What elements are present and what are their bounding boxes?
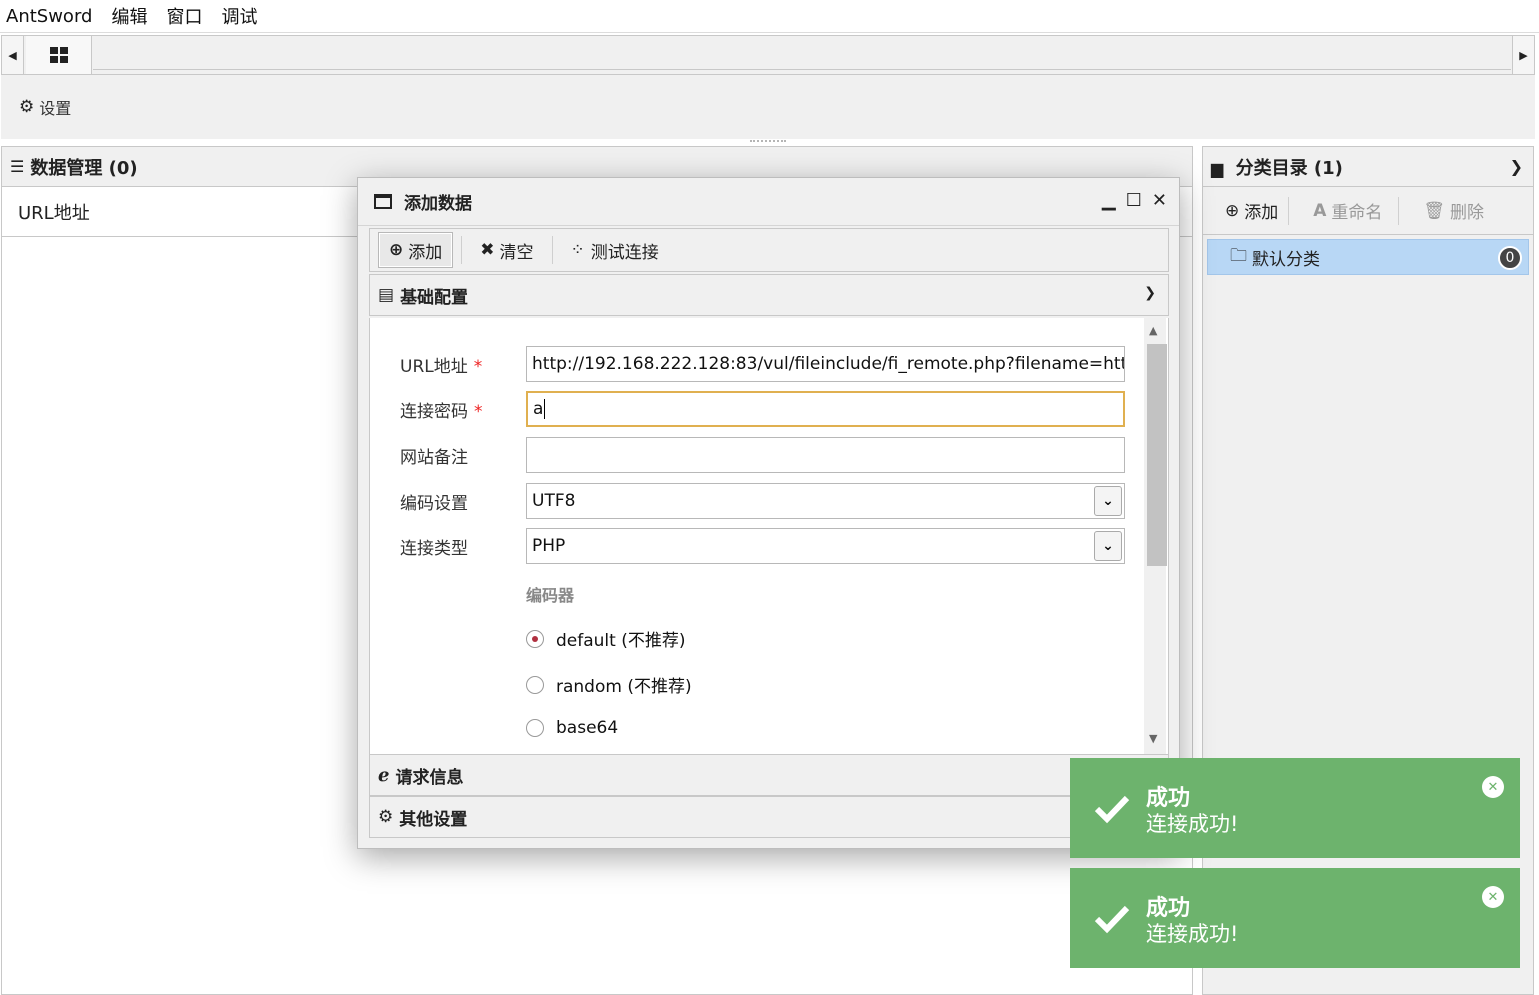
encoder-option-base64[interactable]: base64 [526,718,618,738]
file-icon: ▤ [378,285,395,305]
x-icon: ✖ [480,240,495,260]
add-data-dialog: 添加数据 ▁ ☐ ✕ ⊕ 添加 ✖ 清空 ⁘ 测试连接 ▤ 基础配置 ❯ URL… [357,177,1180,849]
menu-edit[interactable]: 编辑 [111,3,147,29]
plus-circle-icon: ⊕ [1225,200,1240,221]
encoding-row: 编码设置 UTF8 ⌄ [400,483,1125,519]
toolbar-separator [461,236,463,264]
category-panel-header: ▆ 分类目录 (1) ❯ [1203,147,1533,187]
close-icon[interactable]: ✕ [1482,776,1504,798]
category-toolbar: ⊕ 添加 A 重命名 🗑 删除 [1203,187,1533,235]
chevron-down-icon: ❯ [1144,285,1156,301]
dialog-titlebar[interactable]: 添加数据 ▁ ☐ ✕ [358,178,1179,226]
encoder-title: 编码器 [526,586,575,605]
category-rename-button[interactable]: A 重命名 [1303,196,1392,226]
category-delete-button[interactable]: 🗑 删除 [1413,196,1494,226]
check-icon [1094,795,1130,824]
success-toast: 成功 连接成功! ✕ [1070,758,1520,858]
gear-icon: ⚙ [19,97,35,117]
font-icon: A [1313,200,1327,221]
spinner-icon: ⁘ [570,240,585,260]
password-input[interactable]: a [526,391,1125,427]
note-row: 网站备注 [400,437,1125,473]
text-caret [544,399,546,419]
dialog-toolbar: ⊕ 添加 ✖ 清空 ⁘ 测试连接 [369,228,1169,272]
toast-message: 连接成功! [1146,812,1239,836]
menu-debug[interactable]: 调试 [221,3,257,29]
menu-bar: AntSword 编辑 窗口 调试 [0,0,1539,33]
encoding-select[interactable]: UTF8 ⌄ [526,483,1125,519]
section-other-settings[interactable]: ⚙ 其他设置 [369,796,1169,838]
section-basic-config[interactable]: ▤ 基础配置 ❯ [369,274,1169,316]
category-count-badge: 0 [1498,246,1522,270]
note-label: 网站备注 [400,447,468,468]
category-item-label: 默认分类 [1252,249,1320,270]
scrollbar-thumb[interactable] [1147,344,1167,566]
password-row: 连接密码 * a [400,391,1125,427]
add-button[interactable]: ⊕ 添加 [378,232,454,268]
plus-circle-icon: ⊕ [389,240,404,260]
panel-splitter[interactable] [750,140,786,142]
column-url[interactable]: URL地址 [18,199,90,225]
check-icon [1094,905,1130,934]
menu-window[interactable]: 窗口 [166,3,202,29]
tab-home[interactable] [26,36,92,74]
trash-icon: 🗑 [1423,200,1446,221]
chevron-down-icon[interactable]: ⌄ [1094,486,1122,516]
folder-icon: ▆ [1211,158,1224,178]
settings-button[interactable]: 设置 [39,95,71,119]
encoder-option-random[interactable]: random (不推荐) [526,672,692,697]
grid-icon [49,47,68,63]
password-label: 连接密码 [400,401,468,422]
encoding-label: 编码设置 [400,493,468,514]
chevron-down-icon[interactable]: ⌄ [1094,531,1122,561]
test-connection-button[interactable]: ⁘ 测试连接 [561,232,669,268]
type-row: 连接类型 PHP ⌄ [400,528,1125,564]
minimize-icon[interactable]: ▁ [1102,190,1116,211]
dialog-title: 添加数据 [404,194,472,214]
category-item-default[interactable]: 🗀 默认分类 0 [1207,239,1529,275]
toolbar-separator [1288,196,1290,225]
tab-scroll-right-icon[interactable]: ▶ [1512,36,1534,74]
maximize-icon[interactable]: ☐ [1126,190,1142,211]
clear-button[interactable]: ✖ 清空 [470,232,543,268]
required-mark: * [474,401,483,422]
section-request-info[interactable]: ℯ 请求信息 [369,754,1169,796]
close-icon[interactable]: ✕ [1482,886,1504,908]
scroll-up-icon[interactable]: ▲ [1149,324,1157,337]
settings-toolbar: ⚙ 设置 [1,75,1535,139]
toolbar-separator [1398,196,1400,225]
url-input[interactable]: http://192.168.222.128:83/vul/fileinclud… [526,346,1125,382]
tab-divider [93,69,1511,70]
category-add-button[interactable]: ⊕ 添加 [1215,196,1288,226]
radio-button[interactable] [526,719,544,737]
scroll-down-icon[interactable]: ▼ [1149,732,1157,745]
radio-button[interactable] [526,629,544,648]
category-panel-title: 分类目录 (1) [1235,157,1343,179]
type-label: 连接类型 [400,538,468,559]
gears-icon: ⚙ [378,807,394,827]
required-mark: * [473,356,483,377]
url-row: URL地址 * http://192.168.222.128:83/vul/fil… [400,346,1125,382]
toast-message: 连接成功! [1146,922,1239,946]
note-input[interactable] [526,437,1125,473]
url-label: URL地址 [400,356,468,377]
connection-type-select[interactable]: PHP ⌄ [526,528,1125,564]
menu-app[interactable]: AntSword [6,6,92,27]
tab-scroll-left-icon[interactable]: ◀ [2,36,24,74]
ie-icon: ℯ [378,764,390,786]
tab-bar: ◀ ▶ [1,35,1535,75]
form-scrollbar[interactable]: ▲ ▼ [1144,318,1167,754]
toolbar-separator [551,236,553,264]
radio-button[interactable] [526,675,544,694]
data-panel-title: 数据管理 (0) [30,157,138,179]
chevron-right-icon[interactable]: ❯ [1510,157,1523,176]
basic-config-body: URL地址 * http://192.168.222.128:83/vul/fil… [369,318,1169,754]
success-toast: 成功 连接成功! ✕ [1070,868,1520,968]
list-icon: ☰ [10,157,25,176]
folder-open-icon: 🗀 [1230,245,1247,266]
window-icon [374,194,392,209]
encoder-option-default[interactable]: default (不推荐) [526,626,685,651]
close-icon[interactable]: ✕ [1152,190,1167,211]
